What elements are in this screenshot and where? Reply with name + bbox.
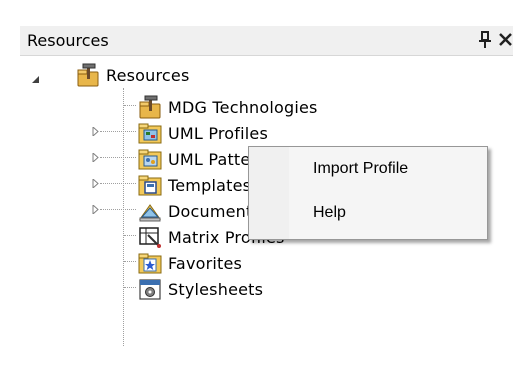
tree-item-favorites[interactable]: Favorites (138, 250, 242, 276)
tree-connector (124, 105, 136, 106)
menu-item-label: Help (313, 204, 346, 221)
context-menu: Import Profile Help (248, 146, 488, 240)
stylesheets-icon (139, 279, 161, 300)
resources-hammer-icon (77, 63, 99, 87)
expand-arrow-icon[interactable] (91, 153, 100, 162)
tree-connector (100, 209, 136, 210)
tree-item-label: MDG Technologies (168, 97, 318, 117)
resources-window: Resources Resources MDG Technologies UML… (0, 0, 513, 366)
templates-folder-icon (138, 175, 162, 196)
expand-arrow-icon[interactable] (91, 179, 100, 188)
tree-item-label: Templates (168, 175, 252, 195)
menu-item-import-profile[interactable]: Import Profile (251, 153, 485, 189)
tree-item-mdg-technologies[interactable]: MDG Technologies (138, 94, 318, 120)
mdg-hammer-icon (139, 95, 161, 119)
tree-item-templates[interactable]: Templates (138, 172, 251, 198)
tree-item-uml-profiles[interactable]: UML Profiles (138, 120, 268, 146)
menu-item-label: Import Profile (313, 160, 409, 177)
tree-item-documents[interactable]: Documents (138, 198, 261, 224)
expand-arrow-icon[interactable] (91, 205, 100, 214)
tree-root-resources[interactable]: Resources (76, 62, 190, 88)
tree-connector (124, 261, 136, 262)
uml-profiles-folder-icon (138, 123, 162, 144)
uml-patterns-folder-icon (138, 149, 162, 170)
window-top-strip (0, 0, 513, 24)
tree-connector (124, 235, 136, 236)
tree-connector (123, 88, 124, 346)
menu-item-help[interactable]: Help (251, 197, 485, 233)
tree-item-label: Stylesheets (168, 279, 264, 299)
panel-titlebar: Resources (20, 26, 513, 56)
tree-item-stylesheets[interactable]: Stylesheets (138, 276, 263, 302)
close-icon[interactable] (498, 29, 513, 49)
tree-connector (100, 131, 136, 132)
collapse-arrow-icon[interactable] (31, 75, 40, 84)
tree-connector (100, 157, 136, 158)
tree-connector (100, 183, 136, 184)
expand-arrow-icon[interactable] (91, 127, 100, 136)
tree-item-label: Favorites (168, 253, 243, 273)
matrix-profiles-icon (139, 227, 161, 248)
pin-icon[interactable] (478, 31, 492, 49)
tree-item-label: UML Profiles (168, 123, 269, 143)
favorites-star-folder-icon (138, 253, 162, 274)
tree-connector (124, 287, 136, 288)
documents-icon (139, 204, 161, 222)
tree-root-label: Resources (106, 65, 190, 85)
panel-title: Resources (27, 31, 109, 50)
